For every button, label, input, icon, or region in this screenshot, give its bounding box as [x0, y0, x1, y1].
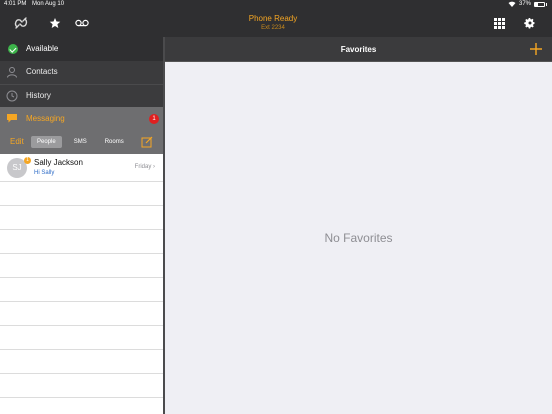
presence-label: Available	[26, 44, 59, 53]
nav-history[interactable]: History	[0, 85, 163, 107]
logo-icon[interactable]	[12, 14, 30, 32]
segment-people[interactable]: People	[31, 136, 62, 148]
empty-list-row	[0, 302, 163, 326]
empty-state-text: No Favorites	[324, 231, 393, 245]
status-date: Mon Aug 10	[32, 1, 65, 7]
dialpad-icon[interactable]	[490, 14, 508, 32]
empty-list-row	[0, 374, 163, 398]
messaging-unread-badge: 1	[149, 114, 159, 124]
unread-badge: 1	[24, 157, 31, 164]
empty-list-row	[0, 278, 163, 302]
conversation-date-text: Friday	[134, 164, 152, 170]
conversation-preview: Hi Sally	[34, 170, 55, 176]
status-right: 37%	[508, 1, 547, 7]
empty-list-row	[0, 326, 163, 350]
conversation-name: Sally Jackson	[34, 158, 83, 167]
conversation-date: Friday ›	[135, 164, 155, 170]
segment-rooms[interactable]: Rooms	[99, 136, 130, 148]
favorites-header: Favorites	[165, 37, 552, 62]
extension-label: Ext 2234	[261, 25, 285, 31]
compose-icon[interactable]	[141, 136, 153, 148]
favorites-title: Favorites	[340, 45, 377, 54]
presence-status[interactable]: Available	[0, 37, 163, 61]
voicemail-icon[interactable]	[73, 14, 91, 32]
app-title: Phone Ready	[248, 14, 298, 23]
message-type-segment: People SMS Rooms	[31, 136, 130, 149]
status-bar: 4:01 PM Mon Aug 10 37%	[0, 0, 552, 10]
segment-sms[interactable]: SMS	[68, 136, 93, 148]
conversation-row[interactable]: SJ 1 Sally Jackson Hi Sally Friday ›	[0, 154, 163, 182]
empty-list-row	[0, 230, 163, 254]
chevron-right-icon: ›	[153, 164, 155, 170]
gear-icon[interactable]	[521, 14, 539, 32]
empty-list-row	[0, 206, 163, 230]
nav-contacts[interactable]: Contacts	[0, 61, 163, 84]
nav-contacts-label: Contacts	[26, 67, 58, 76]
battery-percent: 37%	[518, 1, 531, 7]
wifi-icon	[508, 1, 516, 7]
presence-check-icon	[8, 44, 18, 54]
star-icon[interactable]	[46, 14, 64, 32]
empty-list-row	[0, 350, 163, 374]
nav-history-label: History	[26, 91, 51, 100]
battery-tip	[546, 2, 547, 6]
nav-messaging[interactable]: Messaging 1	[0, 107, 163, 131]
chat-bubble-icon	[7, 114, 17, 123]
edit-button[interactable]: Edit	[10, 137, 24, 146]
empty-list-row	[0, 254, 163, 278]
contacts-icon	[7, 67, 17, 78]
battery-icon	[534, 1, 545, 7]
favorites-content: No Favorites	[165, 62, 552, 414]
empty-list-row	[0, 182, 163, 206]
status-time: 4:01 PM	[4, 1, 27, 7]
add-icon[interactable]	[529, 42, 543, 56]
top-bar: Phone Ready Ext 2234	[0, 10, 552, 37]
nav-messaging-label: Messaging	[26, 114, 65, 123]
history-clock-icon	[6, 90, 18, 102]
messaging-toolbar: Edit People SMS Rooms	[0, 131, 163, 154]
left-panel: Available Contacts History Messaging 1 E…	[0, 37, 163, 414]
